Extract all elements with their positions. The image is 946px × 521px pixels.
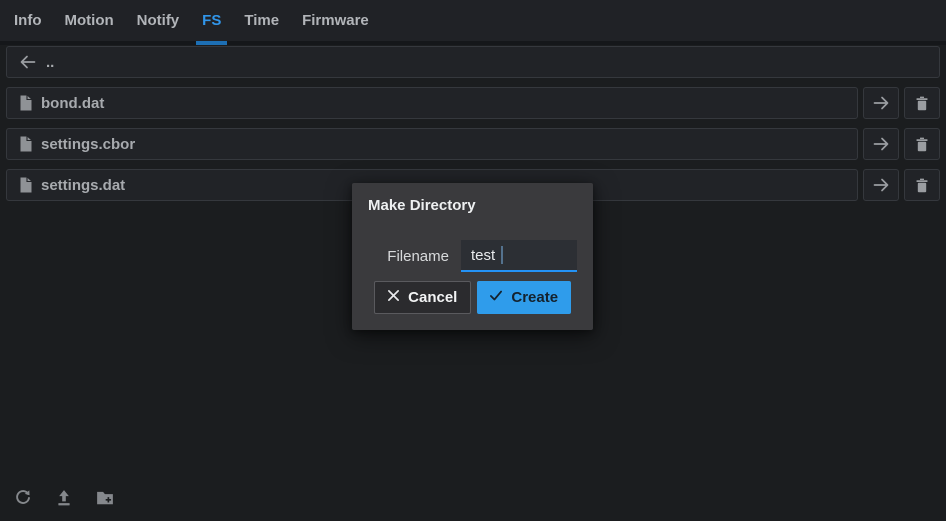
file-name-cell[interactable]: bond.dat [6, 87, 858, 119]
cancel-button[interactable]: Cancel [374, 281, 471, 314]
parent-directory-label: .. [46, 54, 54, 71]
make-directory-dialog: Make Directory Filename Cancel Create [352, 183, 593, 330]
tab-bar: Info Motion Notify FS Time Firmware [0, 0, 946, 45]
filename-label: Filename [387, 248, 449, 265]
upload-button[interactable] [55, 489, 73, 507]
open-file-button[interactable] [863, 128, 899, 160]
tab-info[interactable]: Info [8, 0, 48, 41]
file-list: .. bond.dat [0, 45, 946, 201]
open-file-button[interactable] [863, 87, 899, 119]
file-row: bond.dat [6, 87, 940, 119]
trash-icon [915, 178, 929, 193]
trash-icon [915, 96, 929, 111]
delete-file-button[interactable] [904, 87, 940, 119]
delete-file-button[interactable] [904, 128, 940, 160]
arrow-left-icon [19, 54, 36, 70]
new-folder-button[interactable] [96, 489, 114, 507]
tab-motion[interactable]: Motion [59, 0, 120, 41]
file-name: settings.cbor [41, 136, 135, 153]
upload-icon [55, 495, 73, 510]
file-row: settings.cbor [6, 128, 940, 160]
tab-time[interactable]: Time [238, 0, 285, 41]
file-name: settings.dat [41, 177, 125, 194]
arrow-right-icon [873, 95, 890, 111]
parent-directory-row[interactable]: .. [6, 46, 940, 78]
arrow-right-icon [873, 136, 890, 152]
delete-file-button[interactable] [904, 169, 940, 201]
filename-input[interactable] [461, 240, 577, 272]
dialog-title: Make Directory [368, 197, 577, 214]
filename-form-row: Filename [368, 240, 577, 272]
check-icon [489, 289, 503, 306]
tab-firmware[interactable]: Firmware [296, 0, 375, 41]
file-icon [19, 136, 32, 152]
cancel-button-label: Cancel [408, 289, 457, 306]
refresh-button[interactable] [14, 489, 32, 507]
file-icon [19, 95, 32, 111]
file-name: bond.dat [41, 95, 104, 112]
new-folder-icon [96, 495, 114, 510]
arrow-right-icon [873, 177, 890, 193]
close-icon [387, 289, 400, 306]
refresh-icon [14, 495, 32, 510]
file-name-cell[interactable]: settings.cbor [6, 128, 858, 160]
fs-toolbar [14, 489, 114, 507]
tab-notify[interactable]: Notify [131, 0, 186, 41]
trash-icon [915, 137, 929, 152]
create-button-label: Create [511, 289, 558, 306]
dialog-buttons: Cancel Create [368, 281, 577, 314]
tab-fs[interactable]: FS [196, 0, 227, 41]
file-icon [19, 177, 32, 193]
open-file-button[interactable] [863, 169, 899, 201]
create-button[interactable]: Create [477, 281, 572, 314]
